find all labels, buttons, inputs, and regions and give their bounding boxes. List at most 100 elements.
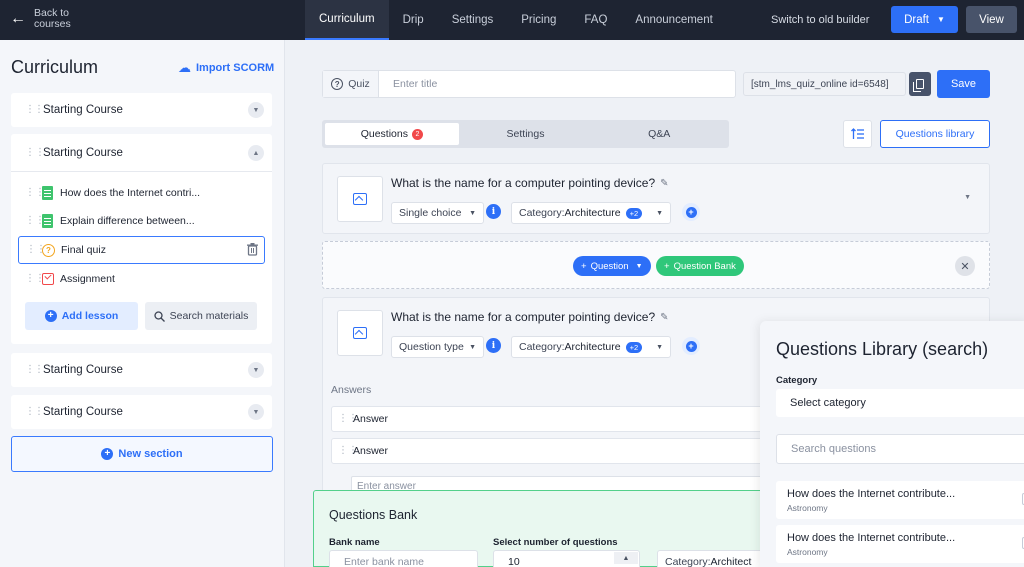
lesson-label: Assignment: [60, 273, 115, 285]
tab-quiz-settings[interactable]: Settings: [459, 123, 593, 145]
library-item-category: Astronomy: [787, 547, 828, 557]
add-category-button[interactable]: +: [682, 337, 700, 355]
lesson-item-selected[interactable]: ⋮⋮ ? Final quiz: [18, 236, 265, 264]
trash-icon[interactable]: [247, 243, 258, 261]
sort-icon: [850, 128, 864, 139]
bank-title: Questions Bank: [329, 508, 418, 522]
category-select[interactable]: Category: Architecture +2 ▼: [511, 336, 671, 358]
add-image-button[interactable]: [337, 176, 383, 222]
category-select[interactable]: Category: Architecture +2 ▼: [511, 202, 671, 224]
lesson-item[interactable]: ⋮⋮ Assignment: [18, 265, 265, 293]
add-lesson-label: Add lesson: [61, 310, 119, 322]
section-item[interactable]: ⋮⋮ Starting Course ▼: [11, 93, 272, 127]
info-icon[interactable]: i: [486, 338, 501, 353]
bank-name-input[interactable]: Enter bank name: [329, 550, 478, 567]
drag-handle-icon[interactable]: ⋮⋮: [338, 446, 358, 456]
back-to-courses-link[interactable]: ← Back to courses: [10, 8, 86, 30]
caret-down-icon: ▼: [469, 343, 476, 351]
add-question-button[interactable]: + Question ▼: [573, 256, 651, 276]
questions-library-button[interactable]: Questions library: [880, 120, 990, 148]
chevron-up-icon[interactable]: ▲: [248, 145, 264, 161]
tab-pricing[interactable]: Pricing: [507, 0, 570, 40]
document-icon: [42, 214, 53, 228]
draft-dropdown-button[interactable]: Draft ▼: [891, 6, 958, 33]
tab-settings[interactable]: Settings: [438, 0, 508, 40]
bank-category-value: Architect: [710, 556, 752, 567]
library-question-item[interactable]: How does the Internet contribute... Astr…: [776, 525, 1024, 563]
search-materials-label: Search materials: [169, 310, 249, 322]
drag-handle-icon[interactable]: ⋮⋮: [25, 274, 45, 284]
add-category-button[interactable]: +: [682, 203, 700, 221]
copy-shortcode-button[interactable]: [909, 72, 931, 96]
library-search-input[interactable]: Search questions: [776, 434, 1024, 464]
quiz-tabs: Questions 2 Settings Q&A: [322, 120, 729, 148]
section-header[interactable]: ⋮⋮ Starting Course ▲: [11, 134, 272, 172]
tab-questions[interactable]: Questions 2: [325, 123, 459, 145]
questions-bank-panel: Questions Bank Bank name Enter bank name…: [313, 490, 784, 567]
question-mark-icon: ?: [331, 78, 344, 90]
import-scorm-button[interactable]: ☁ Import SCORM: [178, 60, 274, 76]
question-title[interactable]: What is the name for a computer pointing…: [391, 310, 669, 324]
library-category-label: Category: [776, 375, 818, 386]
tab-curriculum[interactable]: Curriculum: [305, 0, 389, 40]
lesson-label: How does the Internet contri...: [60, 187, 201, 199]
save-button[interactable]: Save: [937, 70, 990, 98]
library-question-item[interactable]: How does the Internet contribute... Astr…: [776, 481, 1024, 519]
new-section-button[interactable]: + New section: [11, 436, 273, 472]
quiz-type-tag: ? Quiz: [323, 71, 379, 97]
answer-row[interactable]: ⋮⋮ Answer: [331, 406, 771, 432]
image-icon: [353, 327, 367, 339]
chevron-down-icon[interactable]: ▼: [248, 404, 264, 420]
drag-handle-icon[interactable]: ⋮⋮: [25, 216, 45, 226]
drag-handle-icon[interactable]: ⋮⋮: [25, 147, 45, 157]
section-label: Starting Course: [43, 146, 123, 159]
close-icon[interactable]: ✕: [955, 256, 975, 276]
plus-icon: +: [664, 260, 670, 272]
question-card: What is the name for a computer pointing…: [322, 163, 990, 234]
new-section-label: New section: [118, 448, 183, 460]
drag-handle-icon[interactable]: ⋮⋮: [26, 245, 46, 255]
drag-handle-icon[interactable]: ⋮⋮: [338, 414, 358, 424]
question-type-select[interactable]: Question type ▼: [391, 336, 484, 358]
tab-announcement[interactable]: Announcement: [621, 0, 726, 40]
pencil-icon[interactable]: ✎: [660, 312, 668, 323]
add-image-button[interactable]: [337, 310, 383, 356]
drag-handle-icon[interactable]: ⋮⋮: [25, 365, 44, 375]
question-text: What is the name for a computer pointing…: [391, 176, 656, 190]
caret-down-icon: ▼: [656, 343, 663, 351]
quiz-title-input[interactable]: [379, 71, 735, 97]
question-type-select[interactable]: Single choice ▼: [391, 202, 484, 224]
stepper-up-icon[interactable]: ▲: [614, 552, 638, 564]
caret-down-icon[interactable]: ▼: [964, 194, 971, 201]
add-question-label: Question: [590, 260, 629, 272]
chevron-down-icon[interactable]: ▼: [248, 362, 264, 378]
section-item[interactable]: ⋮⋮ Starting Course ▼: [11, 395, 272, 429]
lesson-item[interactable]: ⋮⋮ How does the Internet contri...: [18, 179, 265, 207]
drag-handle-icon[interactable]: ⋮⋮: [25, 105, 44, 115]
library-item-category: Astronomy: [787, 503, 828, 513]
chevron-down-icon[interactable]: ▼: [248, 102, 264, 118]
tab-drip[interactable]: Drip: [389, 0, 438, 40]
cloud-upload-icon: ☁: [178, 60, 191, 75]
section-label: Starting Course: [43, 364, 123, 376]
tab-faq[interactable]: FAQ: [570, 0, 621, 40]
quiz-icon: ?: [42, 243, 55, 257]
search-icon: [153, 310, 165, 322]
search-materials-button[interactable]: Search materials: [145, 302, 257, 330]
lesson-label: Final quiz: [61, 244, 106, 256]
add-question-bank-button[interactable]: + Question Bank: [656, 256, 744, 276]
section-item[interactable]: ⋮⋮ Starting Course ▼: [11, 353, 272, 387]
lesson-item[interactable]: ⋮⋮ Explain difference between...: [18, 207, 265, 235]
sort-button[interactable]: [843, 120, 872, 148]
pencil-icon[interactable]: ✎: [660, 178, 668, 189]
library-category-select[interactable]: Select category: [776, 389, 1024, 417]
question-title[interactable]: What is the name for a computer pointing…: [391, 176, 669, 190]
view-button[interactable]: View: [966, 6, 1017, 33]
answer-row[interactable]: ⋮⋮ Answer: [331, 438, 771, 464]
add-lesson-button[interactable]: + Add lesson: [25, 302, 138, 330]
tab-qa[interactable]: Q&A: [592, 123, 726, 145]
info-icon[interactable]: i: [486, 204, 501, 219]
drag-handle-icon[interactable]: ⋮⋮: [25, 407, 44, 417]
switch-builder-link[interactable]: Switch to old builder: [771, 14, 869, 26]
drag-handle-icon[interactable]: ⋮⋮: [25, 188, 45, 198]
